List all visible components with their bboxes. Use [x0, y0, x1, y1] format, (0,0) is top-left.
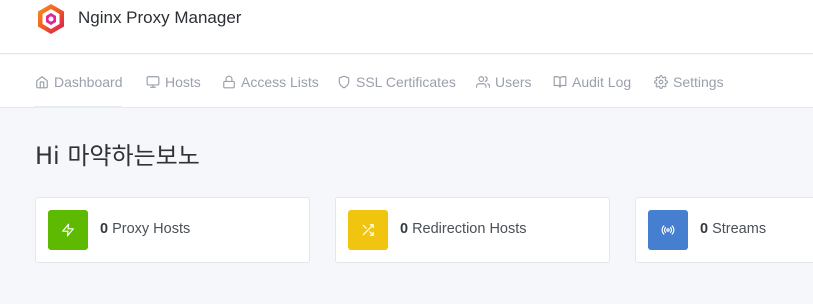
stat-text: 0 Redirection Hosts [400, 221, 527, 237]
main-nav: Dashboard Hosts Access Lists SSL Certifi… [0, 55, 813, 108]
nav-label: Hosts [165, 73, 201, 90]
zap-icon [48, 210, 88, 250]
stat-card-redirection-hosts[interactable]: 0 Redirection Hosts [335, 197, 610, 263]
nav-label: Access Lists [241, 73, 319, 90]
stat-card-proxy-hosts[interactable]: 0 Proxy Hosts [35, 197, 310, 263]
nav-label: Users [495, 73, 532, 90]
stat-label: Streams [712, 221, 767, 237]
stat-count: 0 [100, 221, 109, 237]
nav-label: Audit Log [572, 73, 632, 90]
monitor-icon [146, 75, 160, 88]
nav-item-ssl-certificates[interactable]: SSL Certificates [337, 55, 456, 108]
page-greeting: Hi 마약하는보노 [35, 142, 200, 170]
stat-label: Proxy Hosts [112, 221, 191, 237]
home-icon [36, 75, 48, 88]
nav-label: SSL Certificates [356, 73, 456, 90]
nav-label: Settings [673, 73, 724, 90]
logo-icon[interactable] [36, 3, 66, 35]
app-title[interactable]: Nginx Proxy Manager [78, 8, 241, 28]
shuffle-icon [348, 210, 388, 250]
nav-item-access-lists[interactable]: Access Lists [222, 55, 319, 108]
stat-text: 0 Streams [700, 221, 766, 237]
gear-icon [654, 74, 668, 89]
nav-label: Dashboard [54, 73, 123, 90]
shield-icon [338, 75, 350, 88]
book-icon [553, 75, 567, 88]
nav-item-dashboard[interactable]: Dashboard [35, 55, 123, 108]
top-header: Nginx Proxy Manager [0, 0, 813, 54]
nav-item-hosts[interactable]: Hosts [146, 55, 201, 108]
stat-card-streams[interactable]: 0 Streams [635, 197, 813, 263]
stat-text: 0 Proxy Hosts [100, 221, 190, 237]
users-icon [476, 75, 490, 88]
active-tab-indicator [34, 106, 122, 108]
stat-label: Redirection Hosts [412, 221, 527, 237]
nav-item-users[interactable]: Users [476, 55, 532, 108]
lock-icon [223, 75, 235, 88]
stat-count: 0 [400, 221, 409, 237]
nav-item-settings[interactable]: Settings [654, 55, 724, 108]
radio-icon [648, 210, 688, 250]
nav-item-audit-log[interactable]: Audit Log [553, 55, 631, 108]
stat-count: 0 [700, 221, 709, 237]
